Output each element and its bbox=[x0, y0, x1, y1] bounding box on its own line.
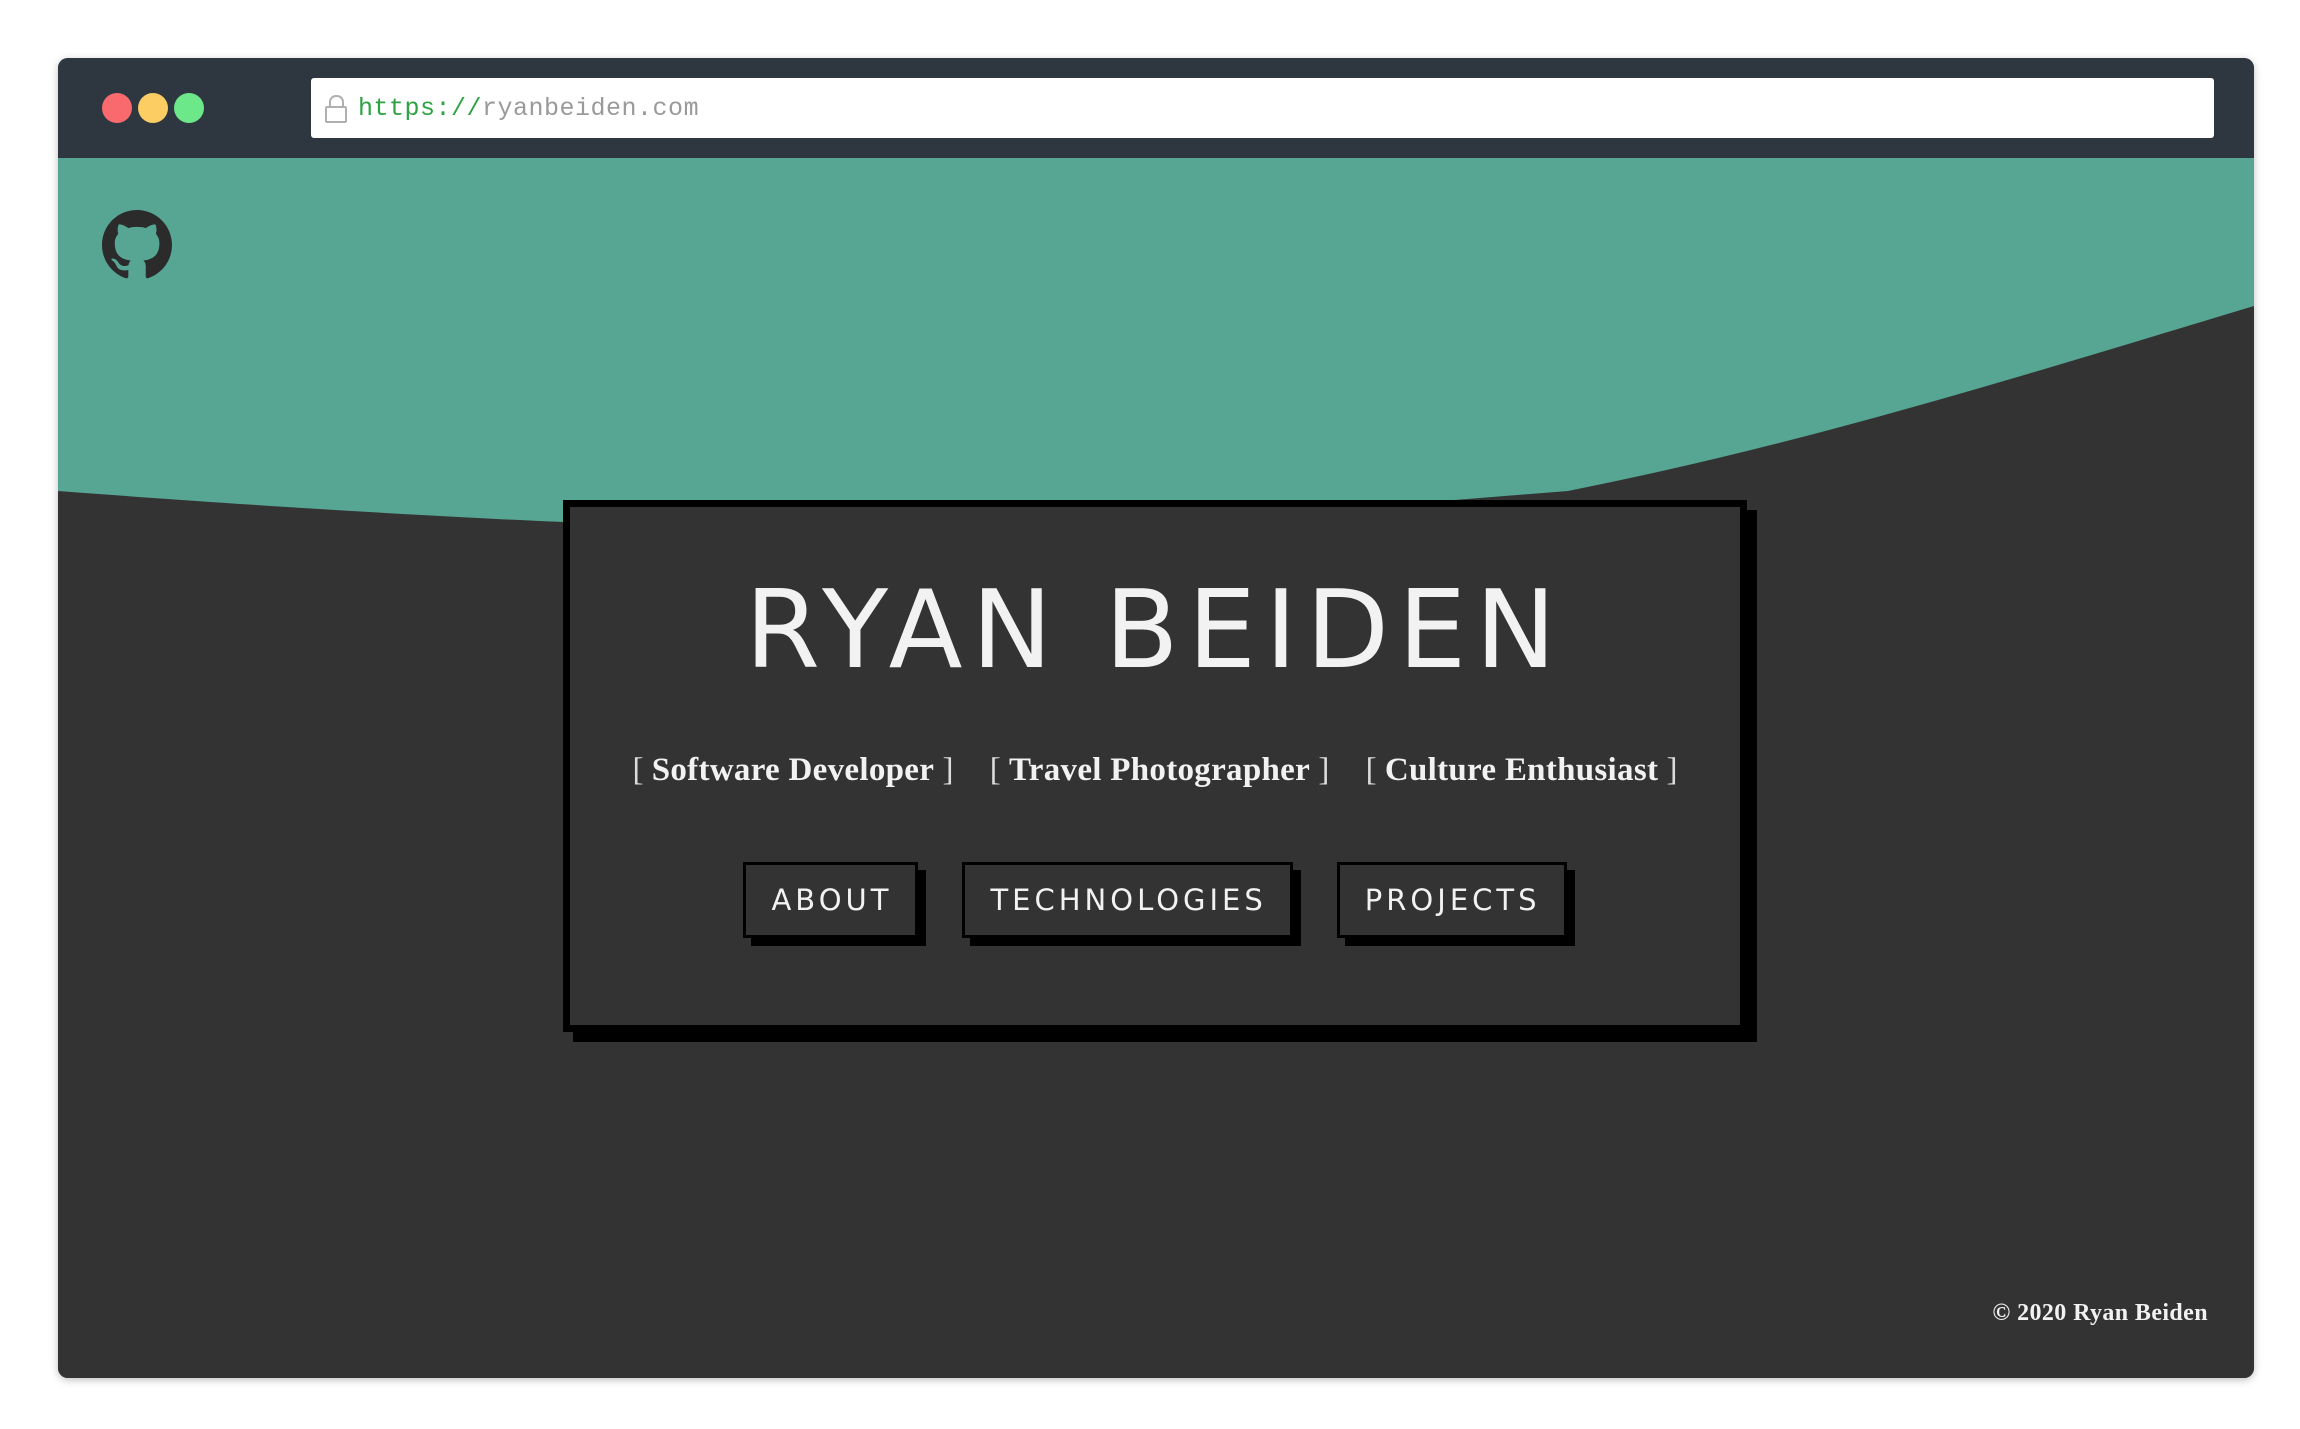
bracket-close: ] bbox=[942, 752, 954, 788]
lock-icon bbox=[324, 94, 348, 123]
bracket-close: ] bbox=[1318, 752, 1330, 788]
page-title: RYAN BEIDEN bbox=[744, 568, 1566, 693]
browser-toolbar: https://ryanbeiden.com bbox=[58, 58, 2254, 158]
role-culture-enthusiast: [ Culture Enthusiast ] bbox=[1366, 752, 1678, 788]
address-bar[interactable]: https://ryanbeiden.com bbox=[311, 78, 2214, 138]
page-content: RYAN BEIDEN [ Software Developer ] [ Tra… bbox=[58, 158, 2254, 1378]
nav-buttons: ABOUT TECHNOLOGIES PROJECTS bbox=[570, 862, 1740, 938]
browser-window: https://ryanbeiden.com RYAN BEIDEN [ Sof… bbox=[58, 58, 2254, 1378]
github-icon[interactable] bbox=[102, 210, 172, 280]
copyright-footer: © 2020 Ryan Beiden bbox=[1992, 1300, 2208, 1326]
url-protocol: https:// bbox=[358, 93, 483, 123]
bracket-close: ] bbox=[1666, 752, 1678, 788]
role-travel-photographer: [ Travel Photographer ] bbox=[990, 752, 1330, 788]
close-window-button[interactable] bbox=[102, 93, 132, 123]
role-label: Software Developer bbox=[651, 752, 935, 788]
maximize-window-button[interactable] bbox=[174, 93, 204, 123]
url-text: https://ryanbeiden.com bbox=[358, 94, 699, 123]
role-label: Travel Photographer bbox=[1008, 752, 1311, 788]
role-label: Culture Enthusiast bbox=[1384, 752, 1659, 788]
role-software-developer: [ Software Developer ] bbox=[632, 752, 953, 788]
minimize-window-button[interactable] bbox=[138, 93, 168, 123]
url-host: ryanbeiden.com bbox=[482, 93, 700, 123]
hero-card: RYAN BEIDEN [ Software Developer ] [ Tra… bbox=[563, 500, 1747, 1032]
projects-button[interactable]: PROJECTS bbox=[1336, 862, 1567, 938]
about-button[interactable]: ABOUT bbox=[743, 862, 919, 938]
technologies-button[interactable]: TECHNOLOGIES bbox=[962, 862, 1293, 938]
bracket-open: [ bbox=[1365, 752, 1377, 788]
roles-line: [ Software Developer ] [ Travel Photogra… bbox=[570, 752, 1740, 789]
bracket-open: [ bbox=[632, 752, 644, 788]
bracket-open: [ bbox=[989, 752, 1001, 788]
